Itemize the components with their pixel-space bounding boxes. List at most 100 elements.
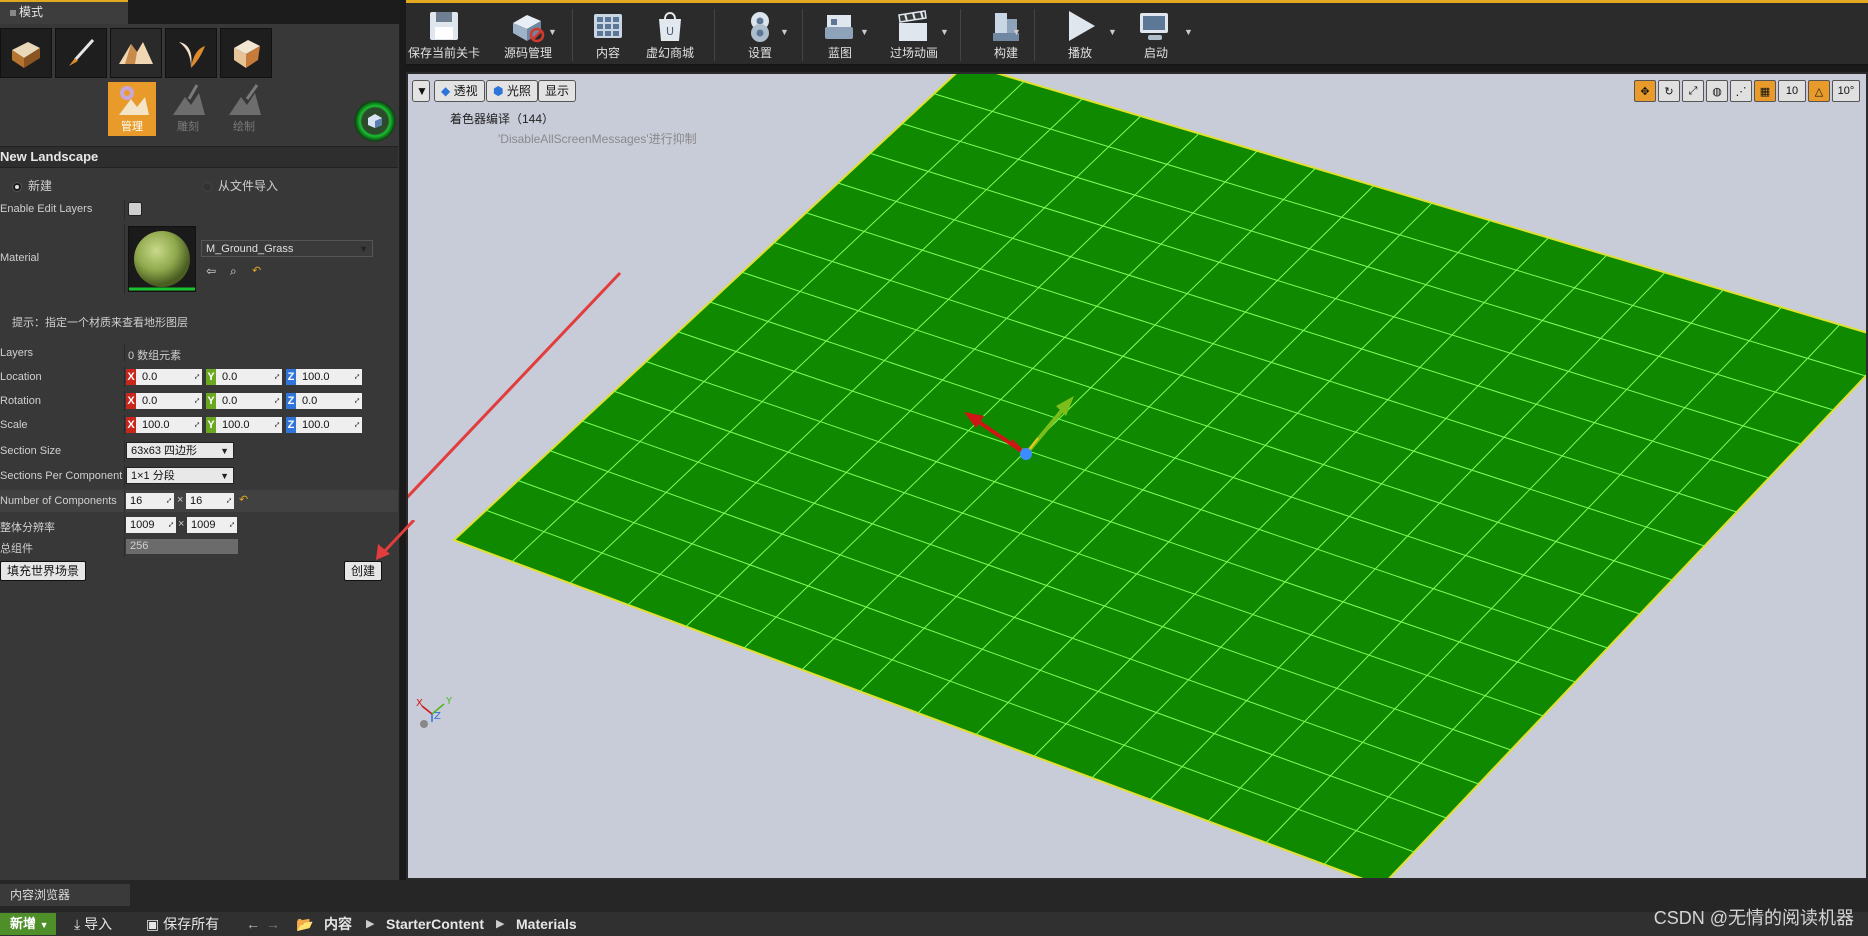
lit-button[interactable]: ⬢ 光照: [486, 80, 538, 102]
save-level-button[interactable]: 保存当前关卡: [406, 8, 482, 64]
browse-search-icon[interactable]: ⌕: [230, 264, 237, 279]
rotation-y-field[interactable]: 0.0: [216, 393, 282, 409]
grid-snap-icon[interactable]: ▦: [1754, 80, 1776, 102]
foliage-mode-icon[interactable]: [165, 28, 217, 78]
tool-paint-label: 绘制: [233, 121, 255, 133]
build-button[interactable]: 构建: [968, 8, 1044, 64]
rotation-label: Rotation: [0, 395, 41, 407]
forward-arrow-icon[interactable]: →: [266, 913, 280, 935]
sections-per-component-select[interactable]: 1×1 分段: [126, 467, 234, 485]
panel-collapse-handle[interactable]: [352, 98, 398, 144]
cinematics-dropdown-icon[interactable]: ▼: [940, 27, 949, 37]
layers-label: Layers: [0, 347, 34, 359]
add-new-button[interactable]: 新增 ▼: [0, 913, 56, 935]
location-y-field[interactable]: 0.0: [216, 369, 282, 385]
breadcrumb-materials[interactable]: Materials: [516, 913, 577, 935]
material-select[interactable]: M_Ground_Grass: [201, 240, 373, 258]
blueprints-dropdown-icon[interactable]: ▼: [860, 27, 869, 37]
geometry-mode-icon[interactable]: [220, 28, 272, 78]
sections-per-component-value: 1×1 分段: [131, 470, 175, 482]
new-radio[interactable]: 新建: [12, 177, 52, 194]
play-button[interactable]: 播放: [1042, 8, 1118, 64]
scale-icon[interactable]: ⤢: [1682, 80, 1704, 102]
total-components-field: 256: [126, 539, 238, 554]
location-x-field[interactable]: 0.0: [136, 369, 202, 385]
components-x-field[interactable]: 16: [126, 493, 174, 509]
scale-y-field[interactable]: 100.0: [216, 417, 282, 433]
rotate-icon[interactable]: ↻: [1658, 80, 1680, 102]
breadcrumb-starter-content[interactable]: StarterContent: [386, 913, 484, 935]
rotation-snap-icon[interactable]: △: [1808, 80, 1830, 102]
tool-paint[interactable]: 绘制: [220, 82, 268, 136]
resolution-y-field[interactable]: 1009: [187, 517, 237, 533]
enable-edit-layers-checkbox[interactable]: [128, 202, 142, 216]
launch-button[interactable]: 启动: [1118, 8, 1194, 64]
rotation-x-field[interactable]: 0.0: [136, 393, 202, 409]
scale-z-field[interactable]: 100.0: [296, 417, 362, 433]
number-of-components-row: Number of Components 16 × 16 ↶: [0, 490, 398, 512]
location-vector: X0.0 Y0.0 Z100.0: [126, 369, 366, 385]
rotation-snap-value[interactable]: 10°: [1832, 80, 1860, 102]
fill-world-button[interactable]: 填充世界场景: [0, 561, 87, 581]
save-icon: [424, 8, 464, 44]
y-axis-tag: Y: [206, 417, 216, 433]
build-dropdown-icon[interactable]: ▼: [1012, 27, 1021, 37]
x-axis-tag: X: [126, 369, 136, 385]
marketplace-button[interactable]: U 虚幻商城: [632, 8, 708, 64]
scale-x-field[interactable]: 100.0: [136, 417, 202, 433]
z-axis-tag: Z: [286, 393, 296, 409]
import-radio[interactable]: 从文件导入: [202, 177, 278, 194]
csdn-watermark: CSDN @无情的阅读机器: [1653, 908, 1854, 928]
back-arrow-icon[interactable]: ←: [246, 913, 260, 935]
lit-label: 光照: [506, 84, 531, 98]
source-control-dropdown-icon[interactable]: ▼: [548, 27, 557, 37]
modes-tab[interactable]: 模式: [0, 0, 128, 24]
landscape-mesh[interactable]: [452, 74, 1866, 878]
import-button[interactable]: ⤓ 导入: [74, 913, 112, 935]
viewport-transform-tools: ✥ ↻ ⤢ ◍ ⋰ ▦ 10 △ 10°: [1634, 80, 1860, 102]
axis-indicator: X Y Z: [416, 696, 453, 728]
cinematics-label: 过场动画: [889, 46, 938, 60]
resolution-x-field[interactable]: 1009: [126, 517, 176, 533]
paint-mode-icon[interactable]: [55, 28, 107, 78]
perspective-button[interactable]: ◆ 透视: [434, 80, 485, 102]
column-divider: [124, 440, 125, 462]
folder-icon: 📂: [296, 916, 314, 932]
reset-arrow-icon[interactable]: ↶: [239, 493, 248, 506]
use-selected-arrow-icon[interactable]: ⇦: [206, 264, 216, 278]
enable-edit-layers-label: Enable Edit Layers: [0, 203, 93, 215]
section-size-row: Section Size 63x63 四边形: [0, 440, 398, 462]
surface-snap-icon[interactable]: ⋰: [1730, 80, 1752, 102]
svg-text:Y: Y: [445, 696, 453, 707]
settings-dropdown-icon[interactable]: ▼: [780, 27, 789, 37]
svg-text:X: X: [416, 698, 423, 709]
level-viewport[interactable]: X Y Z ▼ ◆ 透视 ⬢ 光照 显示 着色器编译（144） 'Disable…: [406, 72, 1868, 880]
breadcrumb-content[interactable]: 内容: [324, 913, 352, 935]
build-icon: [986, 8, 1026, 44]
save-all-button[interactable]: ▣ 保存所有: [146, 913, 219, 935]
translate-icon[interactable]: ✥: [1634, 80, 1656, 102]
rotation-z-field[interactable]: 0.0: [296, 393, 362, 409]
place-mode-icon[interactable]: [0, 28, 52, 78]
play-dropdown-icon[interactable]: ▼: [1108, 27, 1117, 37]
location-z-field[interactable]: 100.0: [296, 369, 362, 385]
annotation-arrow-head: [376, 520, 416, 560]
tool-manage-label: 管理: [121, 121, 143, 133]
svg-text:Z: Z: [434, 711, 441, 722]
material-thumbnail[interactable]: [128, 226, 196, 292]
viewport-options-dropdown[interactable]: ▼: [412, 80, 430, 102]
landscape-surface[interactable]: [452, 74, 1866, 878]
tool-manage[interactable]: 管理: [108, 82, 156, 136]
reset-arrow-icon[interactable]: ↶: [252, 264, 261, 277]
save-all-icon: ▣: [146, 916, 160, 932]
gizmo-center[interactable]: [1020, 448, 1032, 460]
tool-sculpt[interactable]: 雕刻: [164, 82, 212, 136]
world-space-icon[interactable]: ◍: [1706, 80, 1728, 102]
launch-dropdown-icon[interactable]: ▼: [1184, 27, 1193, 37]
components-y-field[interactable]: 16: [186, 493, 234, 509]
landscape-mode-icon[interactable]: [110, 28, 162, 78]
content-browser-tab[interactable]: 内容浏览器: [0, 884, 130, 906]
grid-snap-value[interactable]: 10: [1778, 80, 1806, 102]
section-size-select[interactable]: 63x63 四边形: [126, 442, 234, 460]
show-button[interactable]: 显示: [538, 80, 577, 102]
